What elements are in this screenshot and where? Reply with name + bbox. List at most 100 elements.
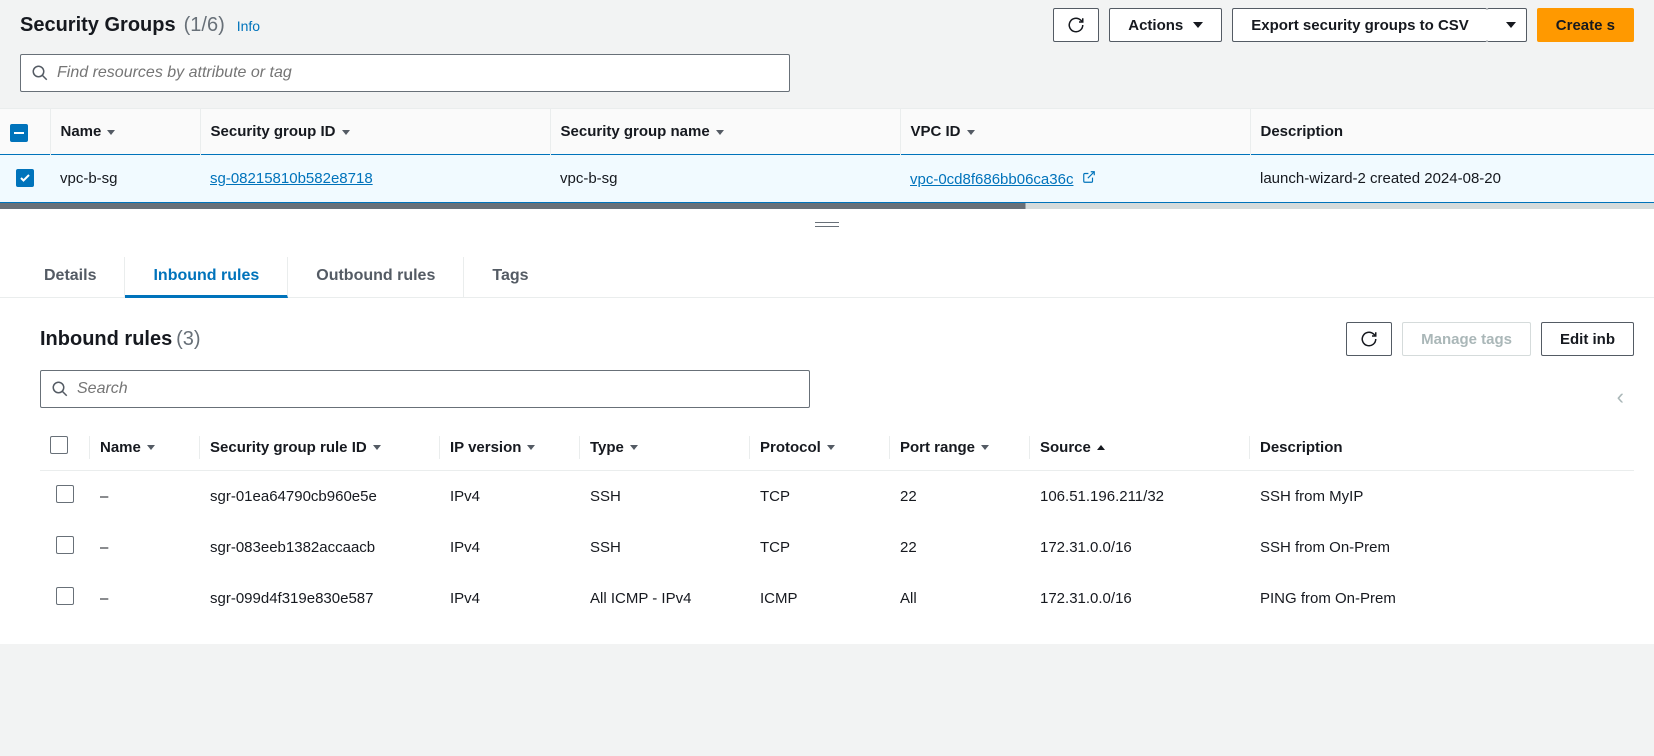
- cell-desc: launch-wizard-2 created 2024-08-20: [1260, 170, 1501, 187]
- col-name[interactable]: Name: [61, 123, 102, 140]
- col-desc[interactable]: Description: [1261, 123, 1344, 140]
- cell-ipver: IPv4: [440, 522, 580, 573]
- row-checkbox[interactable]: [16, 169, 34, 187]
- col-sgid[interactable]: Security group ID: [211, 123, 336, 140]
- rules-col-protocol[interactable]: Protocol: [760, 439, 821, 456]
- edit-inbound-rules-button[interactable]: Edit inb: [1541, 322, 1634, 356]
- rules-col-port[interactable]: Port range: [900, 439, 975, 456]
- page-title: Security Groups: [20, 14, 176, 37]
- page-title-wrap: Security Groups (1/6) Info: [20, 14, 260, 37]
- cell-port: 22: [890, 471, 1030, 522]
- inbound-title: Inbound rules: [40, 328, 172, 350]
- table-row[interactable]: vpc-b-sg sg-08215810b582e8718 vpc-b-sg v…: [0, 155, 1654, 203]
- sort-icon[interactable]: [527, 445, 535, 450]
- search-icon: [51, 380, 69, 398]
- tab-details[interactable]: Details: [20, 257, 125, 297]
- rules-col-ruleid[interactable]: Security group rule ID: [210, 439, 367, 456]
- search-box[interactable]: [20, 54, 790, 92]
- col-vpcid[interactable]: VPC ID: [911, 123, 961, 140]
- sort-icon[interactable]: [630, 445, 638, 450]
- drag-handle-icon: [815, 219, 839, 230]
- inbound-search-box[interactable]: [40, 370, 810, 408]
- create-button-label: Create s: [1556, 17, 1615, 34]
- search-input[interactable]: [49, 64, 779, 82]
- rules-col-name[interactable]: Name: [100, 439, 141, 456]
- cell-port: All: [890, 573, 1030, 624]
- tab-tags[interactable]: Tags: [464, 257, 556, 297]
- refresh-icon: [1360, 330, 1378, 348]
- cell-name: vpc-b-sg: [60, 170, 118, 187]
- sort-icon[interactable]: [147, 445, 155, 450]
- detail-tabs: Details Inbound rules Outbound rules Tag…: [0, 239, 1654, 298]
- export-csv-label: Export security groups to CSV: [1251, 17, 1469, 34]
- cell-ruleid: sgr-083eeb1382accaacb: [200, 522, 440, 573]
- row-checkbox[interactable]: [56, 587, 74, 605]
- info-link[interactable]: Info: [237, 18, 260, 34]
- rules-col-source[interactable]: Source: [1040, 439, 1091, 456]
- table-row[interactable]: – sgr-01ea64790cb960e5e IPv4 SSH TCP 22 …: [40, 471, 1634, 522]
- rules-col-ipver[interactable]: IP version: [450, 439, 521, 456]
- header-actions: Actions Export security groups to CSV Cr…: [1053, 8, 1634, 42]
- row-checkbox[interactable]: [56, 485, 74, 503]
- panel-resize-handle[interactable]: [0, 209, 1654, 239]
- cell-name: –: [90, 522, 200, 573]
- cell-ruleid: sgr-099d4f319e830e587: [200, 573, 440, 624]
- sort-icon[interactable]: [342, 130, 350, 135]
- inbound-refresh-button[interactable]: [1346, 322, 1392, 356]
- cell-sgid-link[interactable]: sg-08215810b582e8718: [210, 170, 373, 187]
- cell-name: –: [90, 471, 200, 522]
- cell-source: 172.31.0.0/16: [1030, 522, 1250, 573]
- cell-vpcid-link[interactable]: vpc-0cd8f686bb06ca36c: [910, 171, 1073, 188]
- refresh-icon: [1067, 16, 1085, 34]
- sort-icon[interactable]: [827, 445, 835, 450]
- sort-icon[interactable]: [967, 130, 975, 135]
- create-security-group-button[interactable]: Create s: [1537, 8, 1634, 42]
- cell-desc: SSH from On-Prem: [1250, 522, 1634, 573]
- rules-col-desc[interactable]: Description: [1260, 439, 1343, 456]
- actions-button[interactable]: Actions: [1109, 8, 1222, 42]
- caret-down-icon: [1506, 22, 1516, 28]
- cell-type: SSH: [580, 522, 750, 573]
- refresh-button[interactable]: [1053, 8, 1099, 42]
- cell-name: –: [90, 573, 200, 624]
- cell-protocol: TCP: [750, 471, 890, 522]
- inbound-rules-table: Name Security group rule ID IP version T…: [40, 424, 1634, 624]
- table-row[interactable]: – sgr-083eeb1382accaacb IPv4 SSH TCP 22 …: [40, 522, 1634, 573]
- export-csv-dropdown-button[interactable]: [1487, 8, 1527, 42]
- cell-sgname: vpc-b-sg: [560, 170, 618, 187]
- sort-icon[interactable]: [981, 445, 989, 450]
- cell-ruleid: sgr-01ea64790cb960e5e: [200, 471, 440, 522]
- inbound-title-wrap: Inbound rules (3): [40, 328, 201, 351]
- cell-ipver: IPv4: [440, 573, 580, 624]
- inbound-count: (3): [176, 328, 200, 350]
- page-title-count: (1/6): [184, 14, 225, 37]
- rules-col-type[interactable]: Type: [590, 439, 624, 456]
- cell-desc: SSH from MyIP: [1250, 471, 1634, 522]
- inbound-search-input[interactable]: [69, 380, 799, 398]
- manage-tags-button[interactable]: Manage tags: [1402, 322, 1531, 356]
- col-sgname[interactable]: Security group name: [561, 123, 710, 140]
- table-row[interactable]: – sgr-099d4f319e830e587 IPv4 All ICMP - …: [40, 573, 1634, 624]
- cell-source: 172.31.0.0/16: [1030, 573, 1250, 624]
- export-csv-button[interactable]: Export security groups to CSV: [1232, 8, 1487, 42]
- indeterminate-icon: [14, 132, 24, 134]
- cell-source: 106.51.196.211/32: [1030, 471, 1250, 522]
- cell-type: All ICMP - IPv4: [580, 573, 750, 624]
- actions-button-label: Actions: [1128, 17, 1183, 34]
- cell-type: SSH: [580, 471, 750, 522]
- sort-icon[interactable]: [373, 445, 381, 450]
- rules-select-all-checkbox[interactable]: [50, 436, 68, 454]
- tab-inbound-rules[interactable]: Inbound rules: [125, 257, 288, 298]
- external-link-icon: [1082, 170, 1096, 184]
- cell-port: 22: [890, 522, 1030, 573]
- tab-outbound-rules[interactable]: Outbound rules: [288, 257, 464, 297]
- sort-asc-icon[interactable]: [1097, 445, 1105, 450]
- select-all-checkbox[interactable]: [10, 124, 28, 142]
- sort-icon[interactable]: [107, 130, 115, 135]
- pagination-prev: ‹: [1607, 384, 1634, 410]
- sort-icon[interactable]: [716, 130, 724, 135]
- cell-desc: PING from On-Prem: [1250, 573, 1634, 624]
- cell-protocol: TCP: [750, 522, 890, 573]
- cell-ipver: IPv4: [440, 471, 580, 522]
- row-checkbox[interactable]: [56, 536, 74, 554]
